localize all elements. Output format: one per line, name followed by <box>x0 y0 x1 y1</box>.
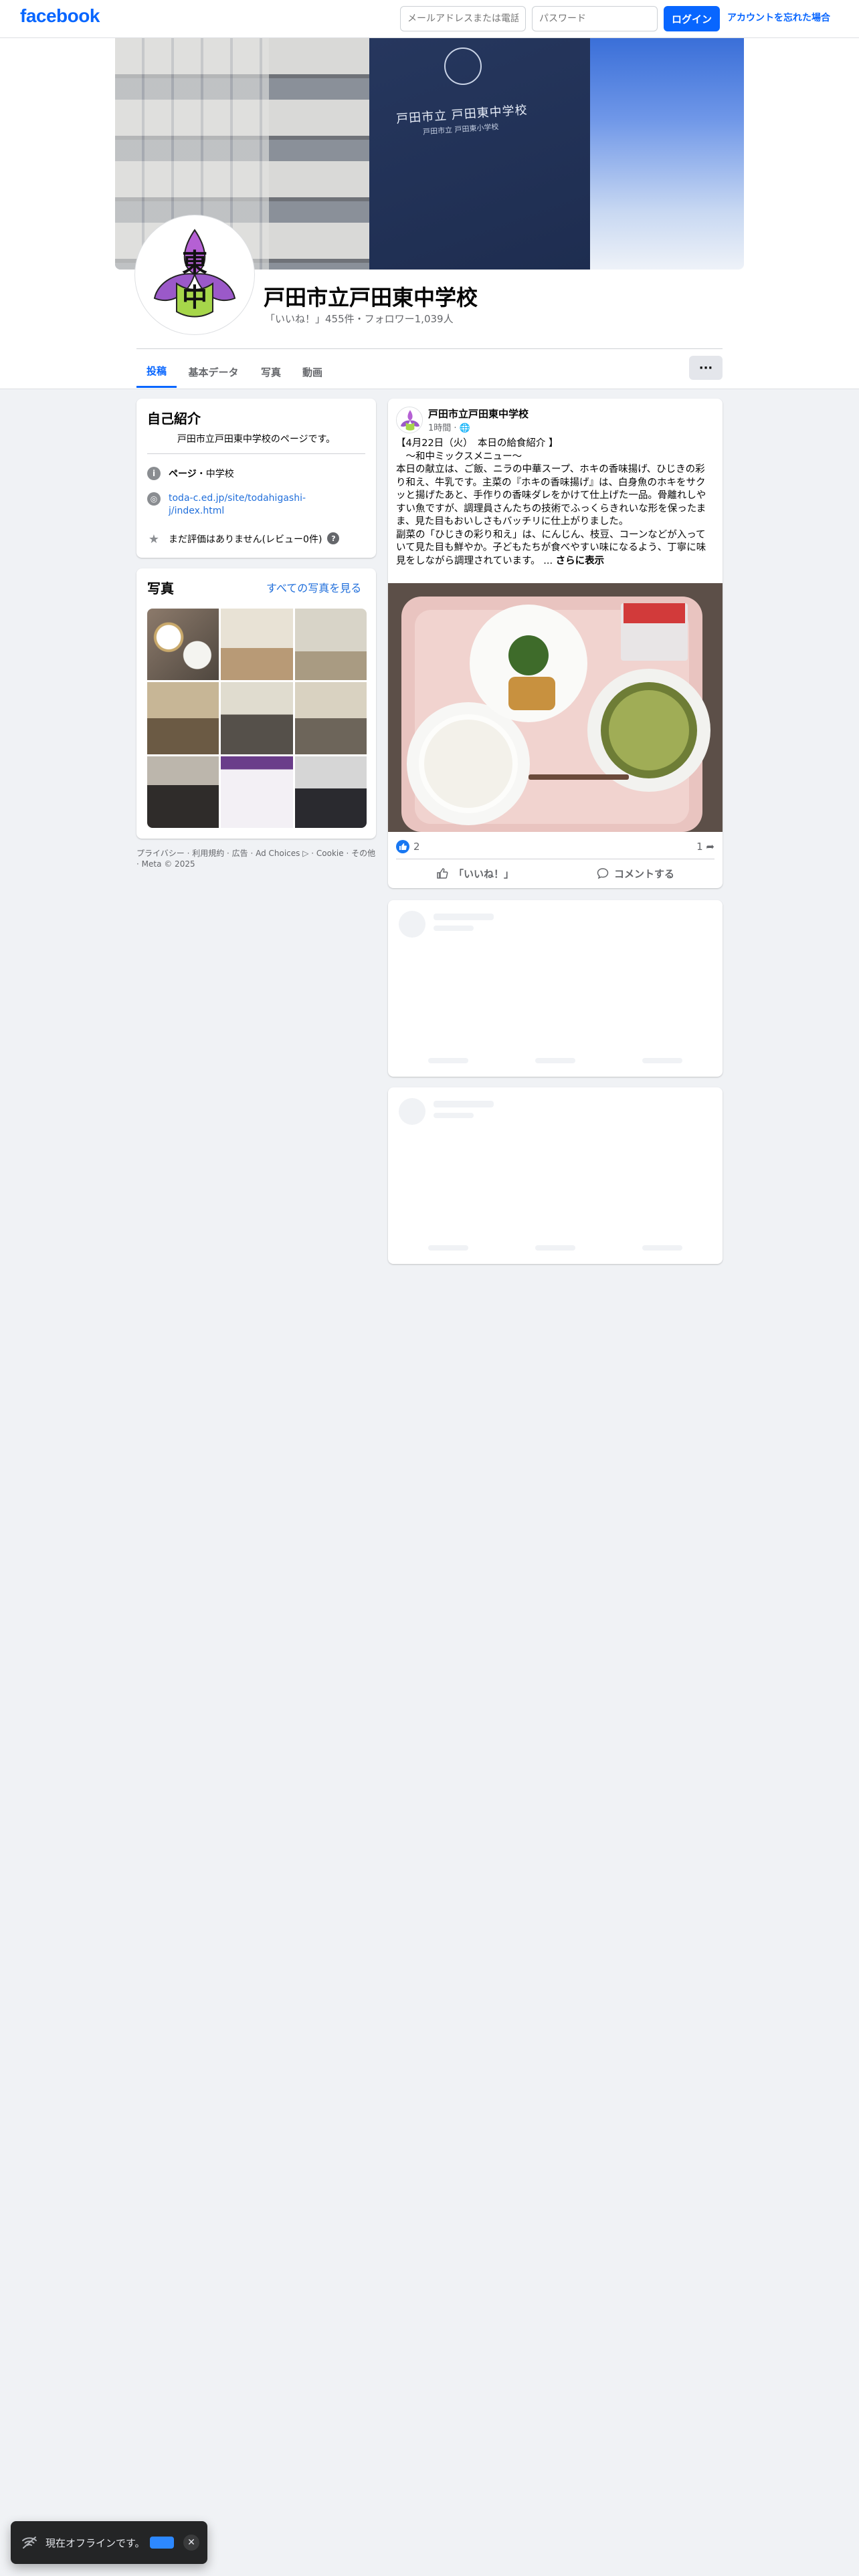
post-text: 【4月22日（火） 本日の給食紹介 】 ～和中ミックスメニュー～ 本日の献立は、… <box>396 437 714 568</box>
post-author-avatar[interactable] <box>396 407 423 433</box>
photo-thumbnail-seminar[interactable] <box>147 756 219 828</box>
page-title: 戸田市立戸田東中学校 <box>264 285 478 310</box>
offline-notification: 現在オフラインです。 ✕ <box>11 2521 207 2564</box>
skeleton-line <box>434 914 494 920</box>
wifi-off-icon <box>22 2537 37 2549</box>
share-icon: ➦ <box>706 841 714 853</box>
share-count[interactable]: 1 ➦ <box>696 841 714 853</box>
share-count-value: 1 <box>696 841 703 853</box>
intro-title: 自己紹介 <box>147 411 201 427</box>
skeleton-line <box>642 1058 682 1063</box>
email-input[interactable] <box>400 6 526 31</box>
skeleton-avatar <box>399 1098 425 1125</box>
category-value: ・中学校 <box>196 469 234 479</box>
tab-photos[interactable]: 写真 <box>253 356 289 388</box>
post-body-text: 【4月22日（火） 本日の給食紹介 】 ～和中ミックスメニュー～ 本日の献立は、… <box>396 438 706 566</box>
tab-posts[interactable]: 投稿 <box>136 356 177 388</box>
skeleton-line <box>434 1101 494 1107</box>
post-photo-school-lunch[interactable] <box>388 583 723 832</box>
top-navigation-bar: facebook ログイン アカウントを忘れた場合 <box>0 0 859 38</box>
login-button[interactable]: ログイン <box>664 6 720 31</box>
skeleton-line <box>434 1113 474 1118</box>
comment-bubble-icon <box>597 868 609 879</box>
offline-badge <box>150 2537 174 2549</box>
see-all-photos-link[interactable]: すべての写真を見る <box>266 579 361 595</box>
close-icon[interactable]: ✕ <box>183 2535 199 2551</box>
thumbs-up-icon <box>437 868 448 879</box>
star-icon: ★ <box>148 532 160 546</box>
password-input[interactable] <box>532 6 658 31</box>
footer-links[interactable]: プライバシー · 利用規約 · 広告 · Ad Choices ▷ · Cook… <box>136 848 376 869</box>
intro-rating-row: ★ まだ評価はありません(レビュー0件) ? <box>147 532 340 546</box>
school-lunch-tray-image <box>388 583 723 832</box>
post-card: 戸田市立戸田東中学校 1時間 · 🌐 【4月22日（火） 本日の給食紹介 】 ～… <box>388 399 723 888</box>
header-divider <box>136 348 723 349</box>
comment-button[interactable]: コメントする <box>557 861 714 885</box>
globe-icon: ◎ <box>147 492 161 506</box>
skeleton-line <box>535 1245 575 1251</box>
comment-button-label: コメントする <box>613 867 674 880</box>
tab-videos[interactable]: 動画 <box>294 356 330 388</box>
school-emblem-icon: 東 中 <box>153 229 236 318</box>
skeleton-line <box>434 926 474 931</box>
intro-category-row: i ページ・中学校 <box>147 467 234 480</box>
cover-clock-icon <box>444 47 482 85</box>
like-button[interactable]: 「いいね！」 <box>396 861 554 885</box>
rating-text: まだ評価はありません(レビュー0件) <box>169 534 322 545</box>
skeleton-line <box>428 1058 468 1063</box>
see-more-link[interactable]: さらに表示 <box>556 556 605 566</box>
offline-message: 現在オフラインです。 <box>45 2537 145 2549</box>
emblem-glyph-top: 東 <box>182 248 207 278</box>
photo-thumbnail-workshop[interactable] <box>294 682 367 754</box>
tab-about[interactable]: 基本データ <box>182 356 245 388</box>
skeleton-line <box>642 1245 682 1251</box>
more-options-button[interactable]: ··· <box>689 356 723 380</box>
skeleton-avatar <box>399 911 425 938</box>
intro-bio: 戸田市立戸田東中学校のページです。 <box>177 434 336 445</box>
photos-card: 写真 すべての写真を見る <box>136 568 376 839</box>
photo-thumbnail-meeting[interactable] <box>221 682 293 754</box>
like-reaction-icon[interactable] <box>396 840 409 853</box>
intro-website-row: ◎ toda-c.ed.jp/site/todahigashi-j/index.… <box>147 492 343 518</box>
emblem-glyph-bottom: 中 <box>182 283 207 312</box>
intro-divider <box>147 453 365 454</box>
facebook-logo[interactable]: facebook <box>20 5 100 27</box>
page-stats[interactable]: 「いいね！」455件・フォロワー1,039人 <box>265 312 454 326</box>
post-author-name[interactable]: 戸田市立戸田東中学校 <box>428 407 529 421</box>
profile-avatar[interactable]: 東 中 <box>135 215 254 334</box>
photo-grid <box>147 609 367 828</box>
loading-post-placeholder <box>388 900 723 1077</box>
info-icon: i <box>147 467 161 480</box>
skeleton-line <box>428 1245 468 1251</box>
school-emblem-icon <box>397 407 422 433</box>
photos-title: 写真 <box>147 580 174 597</box>
forgot-account-link[interactable]: アカウントを忘れた場合 <box>727 11 830 24</box>
skeleton-line <box>535 1058 575 1063</box>
post-timestamp[interactable]: 1時間 · 🌐 <box>428 421 470 433</box>
like-button-label: 「いいね！」 <box>453 867 514 880</box>
website-link[interactable]: toda-c.ed.jp/site/todahigashi-j/index.ht… <box>169 492 343 518</box>
photo-thumbnail-group[interactable] <box>294 756 367 828</box>
loading-post-placeholder <box>388 1087 723 1264</box>
like-count[interactable]: 2 <box>413 841 420 853</box>
photo-thumbnail-lecture[interactable] <box>147 682 219 754</box>
help-icon[interactable]: ? <box>327 532 340 544</box>
photo-thumbnail-meal[interactable] <box>147 609 219 681</box>
photo-thumbnail-classroom[interactable] <box>221 609 293 681</box>
photo-thumbnail-presentation[interactable] <box>294 609 367 681</box>
category-prefix: ページ <box>169 469 197 479</box>
photo-thumbnail-slide[interactable] <box>221 756 293 828</box>
reaction-summary: 2 1 ➦ <box>396 840 714 855</box>
intro-card: 自己紹介 戸田市立戸田東中学校のページです。 i ページ・中学校 ◎ toda-… <box>136 399 376 558</box>
